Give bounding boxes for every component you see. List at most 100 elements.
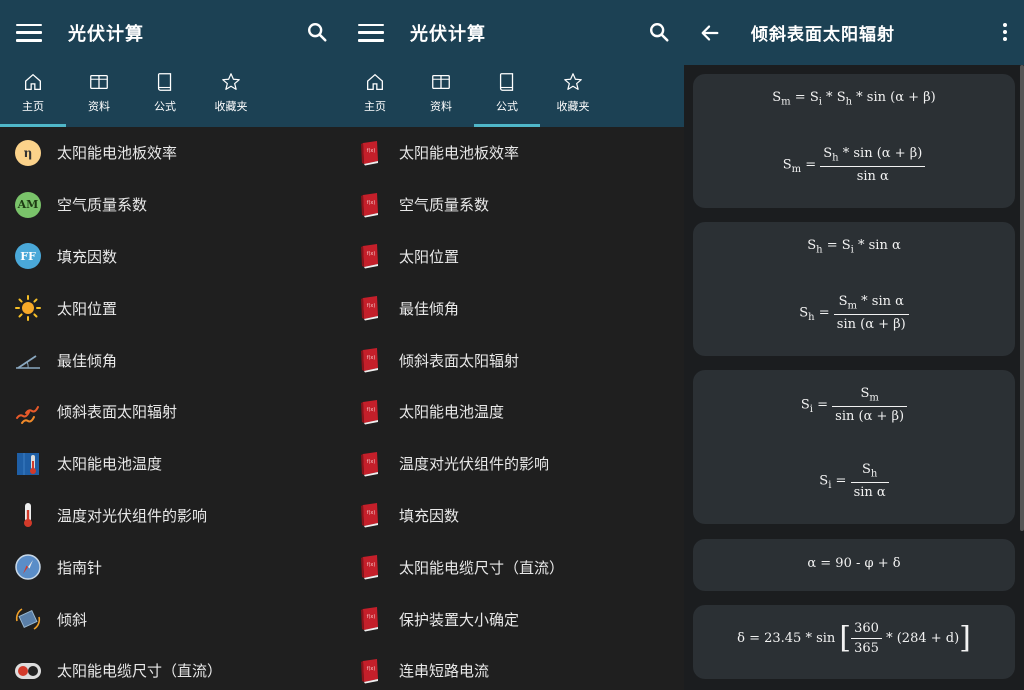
formula-book-icon: f(x) xyxy=(356,294,384,322)
search-icon[interactable] xyxy=(306,21,328,43)
calculator-list: η 太阳能电池板效率 AM 空气质量系数 FF 填充因数 太阳位置 最佳倾角 倾… xyxy=(0,127,342,690)
list-item[interactable]: f(x) 太阳能电池板效率 xyxy=(342,127,684,179)
list-item[interactable]: f(x) 填充因数 xyxy=(342,490,684,542)
page-title: 倾斜表面太阳辐射 xyxy=(751,25,895,45)
list-item[interactable]: f(x) 最佳倾角 xyxy=(342,282,684,334)
compass-icon xyxy=(14,553,42,581)
svg-text:f(x): f(x) xyxy=(367,148,376,154)
tab-home[interactable]: 主页 xyxy=(0,65,66,127)
svg-text:f(x): f(x) xyxy=(367,666,376,672)
svg-text:f(x): f(x) xyxy=(367,614,376,620)
am-icon: AM xyxy=(14,191,42,219)
list-item[interactable]: AM 空气质量系数 xyxy=(0,179,342,231)
formula-sh: Sh = Si * sin α xyxy=(807,238,901,256)
formula-si: Si = Sm sin (α + β) xyxy=(693,386,1015,424)
tab-favorites[interactable]: 收藏夹 xyxy=(198,65,264,127)
tab-home[interactable]: 主页 xyxy=(342,65,408,127)
list-item[interactable]: 太阳位置 xyxy=(0,282,342,334)
tab-favorites[interactable]: 收藏夹 xyxy=(540,65,606,127)
list-item[interactable]: f(x) 连串短路电流 xyxy=(342,645,684,690)
formula-content: Sm = Si * Sh * sin (α + β) Sm = Sh * sin… xyxy=(684,65,1024,690)
formula-sm-fraction: Sm = Sh * sin (α + β) sin α xyxy=(693,146,1015,184)
formula-book-icon: f(x) xyxy=(356,346,384,374)
book-icon xyxy=(157,73,172,91)
svg-text:f(x): f(x) xyxy=(367,562,376,568)
list-item[interactable]: f(x) 太阳能电缆尺寸（直流） xyxy=(342,541,684,593)
formula-card: δ = 23.45 * sin [360 365 * (284 + d)] xyxy=(693,605,1015,679)
inclination-icon xyxy=(14,605,42,633)
svg-text:f(x): f(x) xyxy=(367,459,376,465)
list-item[interactable]: f(x) 空气质量系数 xyxy=(342,179,684,231)
ff-icon: FF xyxy=(14,242,42,270)
list-item[interactable]: 指南针 xyxy=(0,541,342,593)
formula-card: Sm = Si * Sh * sin (α + β) Sm = Sh * sin… xyxy=(693,74,1015,208)
menu-icon[interactable] xyxy=(16,23,42,42)
formulas-screen: 光伏计算 主页 资料 公式 收藏夹 f(x) 太阳能电池板效率 f(x) 空气质量系数… xyxy=(342,0,684,690)
app-bar: 光伏计算 xyxy=(342,0,684,65)
cable-icon xyxy=(14,657,42,685)
home-icon xyxy=(25,73,41,90)
list-item[interactable]: 最佳倾角 xyxy=(0,334,342,386)
app-title: 光伏计算 xyxy=(410,23,486,45)
formula-book-icon: f(x) xyxy=(356,501,384,529)
search-icon[interactable] xyxy=(648,21,670,43)
list-item[interactable]: 太阳能电缆尺寸（直流） xyxy=(0,645,342,690)
formula-book-icon: f(x) xyxy=(356,242,384,270)
list-item[interactable]: 倾斜 xyxy=(0,593,342,645)
formula-book-icon: f(x) xyxy=(356,553,384,581)
formula-card: α = 90 - φ + δ xyxy=(693,539,1015,591)
list-item[interactable]: f(x) 太阳位置 xyxy=(342,231,684,283)
book-open-icon xyxy=(432,74,450,90)
tab-resources[interactable]: 资料 xyxy=(66,65,132,127)
formula-si-alt: Si = Sh sin α xyxy=(693,462,1015,500)
tab-formulas[interactable]: 公式 xyxy=(132,65,198,127)
book-icon xyxy=(499,73,514,91)
formula-list: f(x) 太阳能电池板效率 f(x) 空气质量系数 f(x) 太阳位置 f(x) 最佳倾角 f(… xyxy=(342,127,684,690)
radiation-icon xyxy=(14,398,42,426)
app-bar: 光伏计算 xyxy=(0,0,342,65)
more-options-icon[interactable] xyxy=(1002,23,1008,41)
book-open-icon xyxy=(90,74,108,90)
tab-bar: 主页 资料 公式 收藏夹 xyxy=(0,65,342,127)
formula-book-icon: f(x) xyxy=(356,191,384,219)
svg-text:f(x): f(x) xyxy=(367,251,376,257)
menu-icon[interactable] xyxy=(358,23,384,42)
formula-book-icon: f(x) xyxy=(356,398,384,426)
svg-text:f(x): f(x) xyxy=(367,303,376,309)
svg-text:f(x): f(x) xyxy=(367,355,376,361)
formula-book-icon: f(x) xyxy=(356,139,384,167)
panel-thermometer-icon xyxy=(14,450,42,478)
svg-text:f(x): f(x) xyxy=(367,510,376,516)
back-arrow-icon[interactable] xyxy=(699,22,721,44)
eta-icon: η xyxy=(14,139,42,167)
formula-book-icon: f(x) xyxy=(356,450,384,478)
thermometer-icon xyxy=(14,501,42,529)
list-item[interactable]: 温度对光伏组件的影响 xyxy=(0,490,342,542)
list-item[interactable]: f(x) 倾斜表面太阳辐射 xyxy=(342,334,684,386)
list-item[interactable]: 倾斜表面太阳辐射 xyxy=(0,386,342,438)
list-item[interactable]: f(x) 温度对光伏组件的影响 xyxy=(342,438,684,490)
tab-formulas[interactable]: 公式 xyxy=(474,65,540,127)
list-item[interactable]: f(x) 太阳能电池温度 xyxy=(342,386,684,438)
list-item[interactable]: 太阳能电池温度 xyxy=(0,438,342,490)
home-icon xyxy=(367,73,383,90)
star-icon xyxy=(564,73,582,90)
tilt-angle-icon xyxy=(14,346,42,374)
list-item[interactable]: η 太阳能电池板效率 xyxy=(0,127,342,179)
svg-text:f(x): f(x) xyxy=(367,200,376,206)
list-item[interactable]: f(x) 保护装置大小确定 xyxy=(342,593,684,645)
sun-icon xyxy=(14,294,42,322)
home-screen: 光伏计算 主页 资料 公式 收藏夹 η 太阳能电池板效率 AM 空气质量系数 F… xyxy=(0,0,342,690)
tab-bar: 主页 资料 公式 收藏夹 xyxy=(342,65,684,127)
formula-alpha: α = 90 - φ + δ xyxy=(807,556,901,571)
formula-delta: δ = 23.45 * sin [360 365 * (284 + d)] xyxy=(737,620,971,656)
formula-detail-screen: 倾斜表面太阳辐射 Sm = Si * Sh * sin (α + β) Sm =… xyxy=(684,0,1024,690)
formula-book-icon: f(x) xyxy=(356,605,384,633)
list-item[interactable]: FF 填充因数 xyxy=(0,231,342,283)
formula-book-icon: f(x) xyxy=(356,657,384,685)
formula-sm: Sm = Si * Sh * sin (α + β) xyxy=(772,90,936,108)
star-icon xyxy=(222,73,240,90)
scrollbar[interactable] xyxy=(1020,65,1024,531)
tab-resources[interactable]: 资料 xyxy=(408,65,474,127)
formula-sh-fraction: Sh = Sm * sin α sin (α + β) xyxy=(693,294,1015,332)
